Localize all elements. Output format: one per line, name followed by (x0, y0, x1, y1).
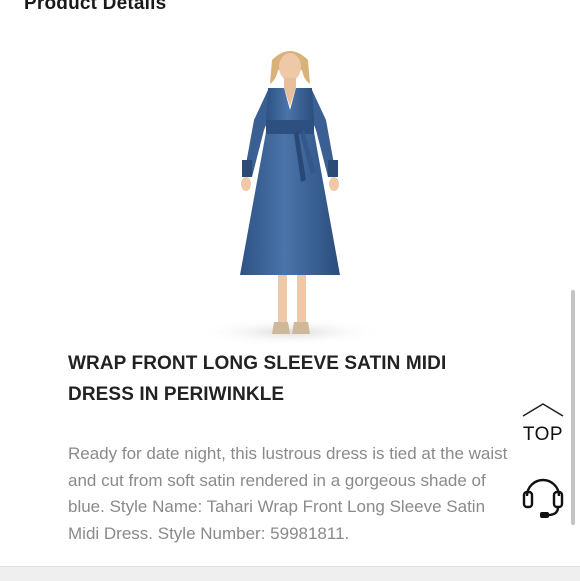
headset-icon (522, 478, 564, 518)
product-description: Ready for date night, this lustrous dres… (68, 444, 508, 543)
chevron-up-icon (522, 403, 564, 417)
customer-support-button[interactable] (520, 470, 566, 520)
scroll-to-top-button[interactable]: TOP (518, 402, 568, 452)
scrollbar[interactable] (571, 290, 575, 525)
product-title: WRAP FRONT LONG SLEEVE SATIN MIDI DRESS … (68, 353, 447, 405)
section-heading: Product Details (24, 0, 167, 14)
bottom-bar (0, 566, 580, 581)
product-image (180, 40, 400, 350)
top-label: TOP (522, 424, 564, 445)
